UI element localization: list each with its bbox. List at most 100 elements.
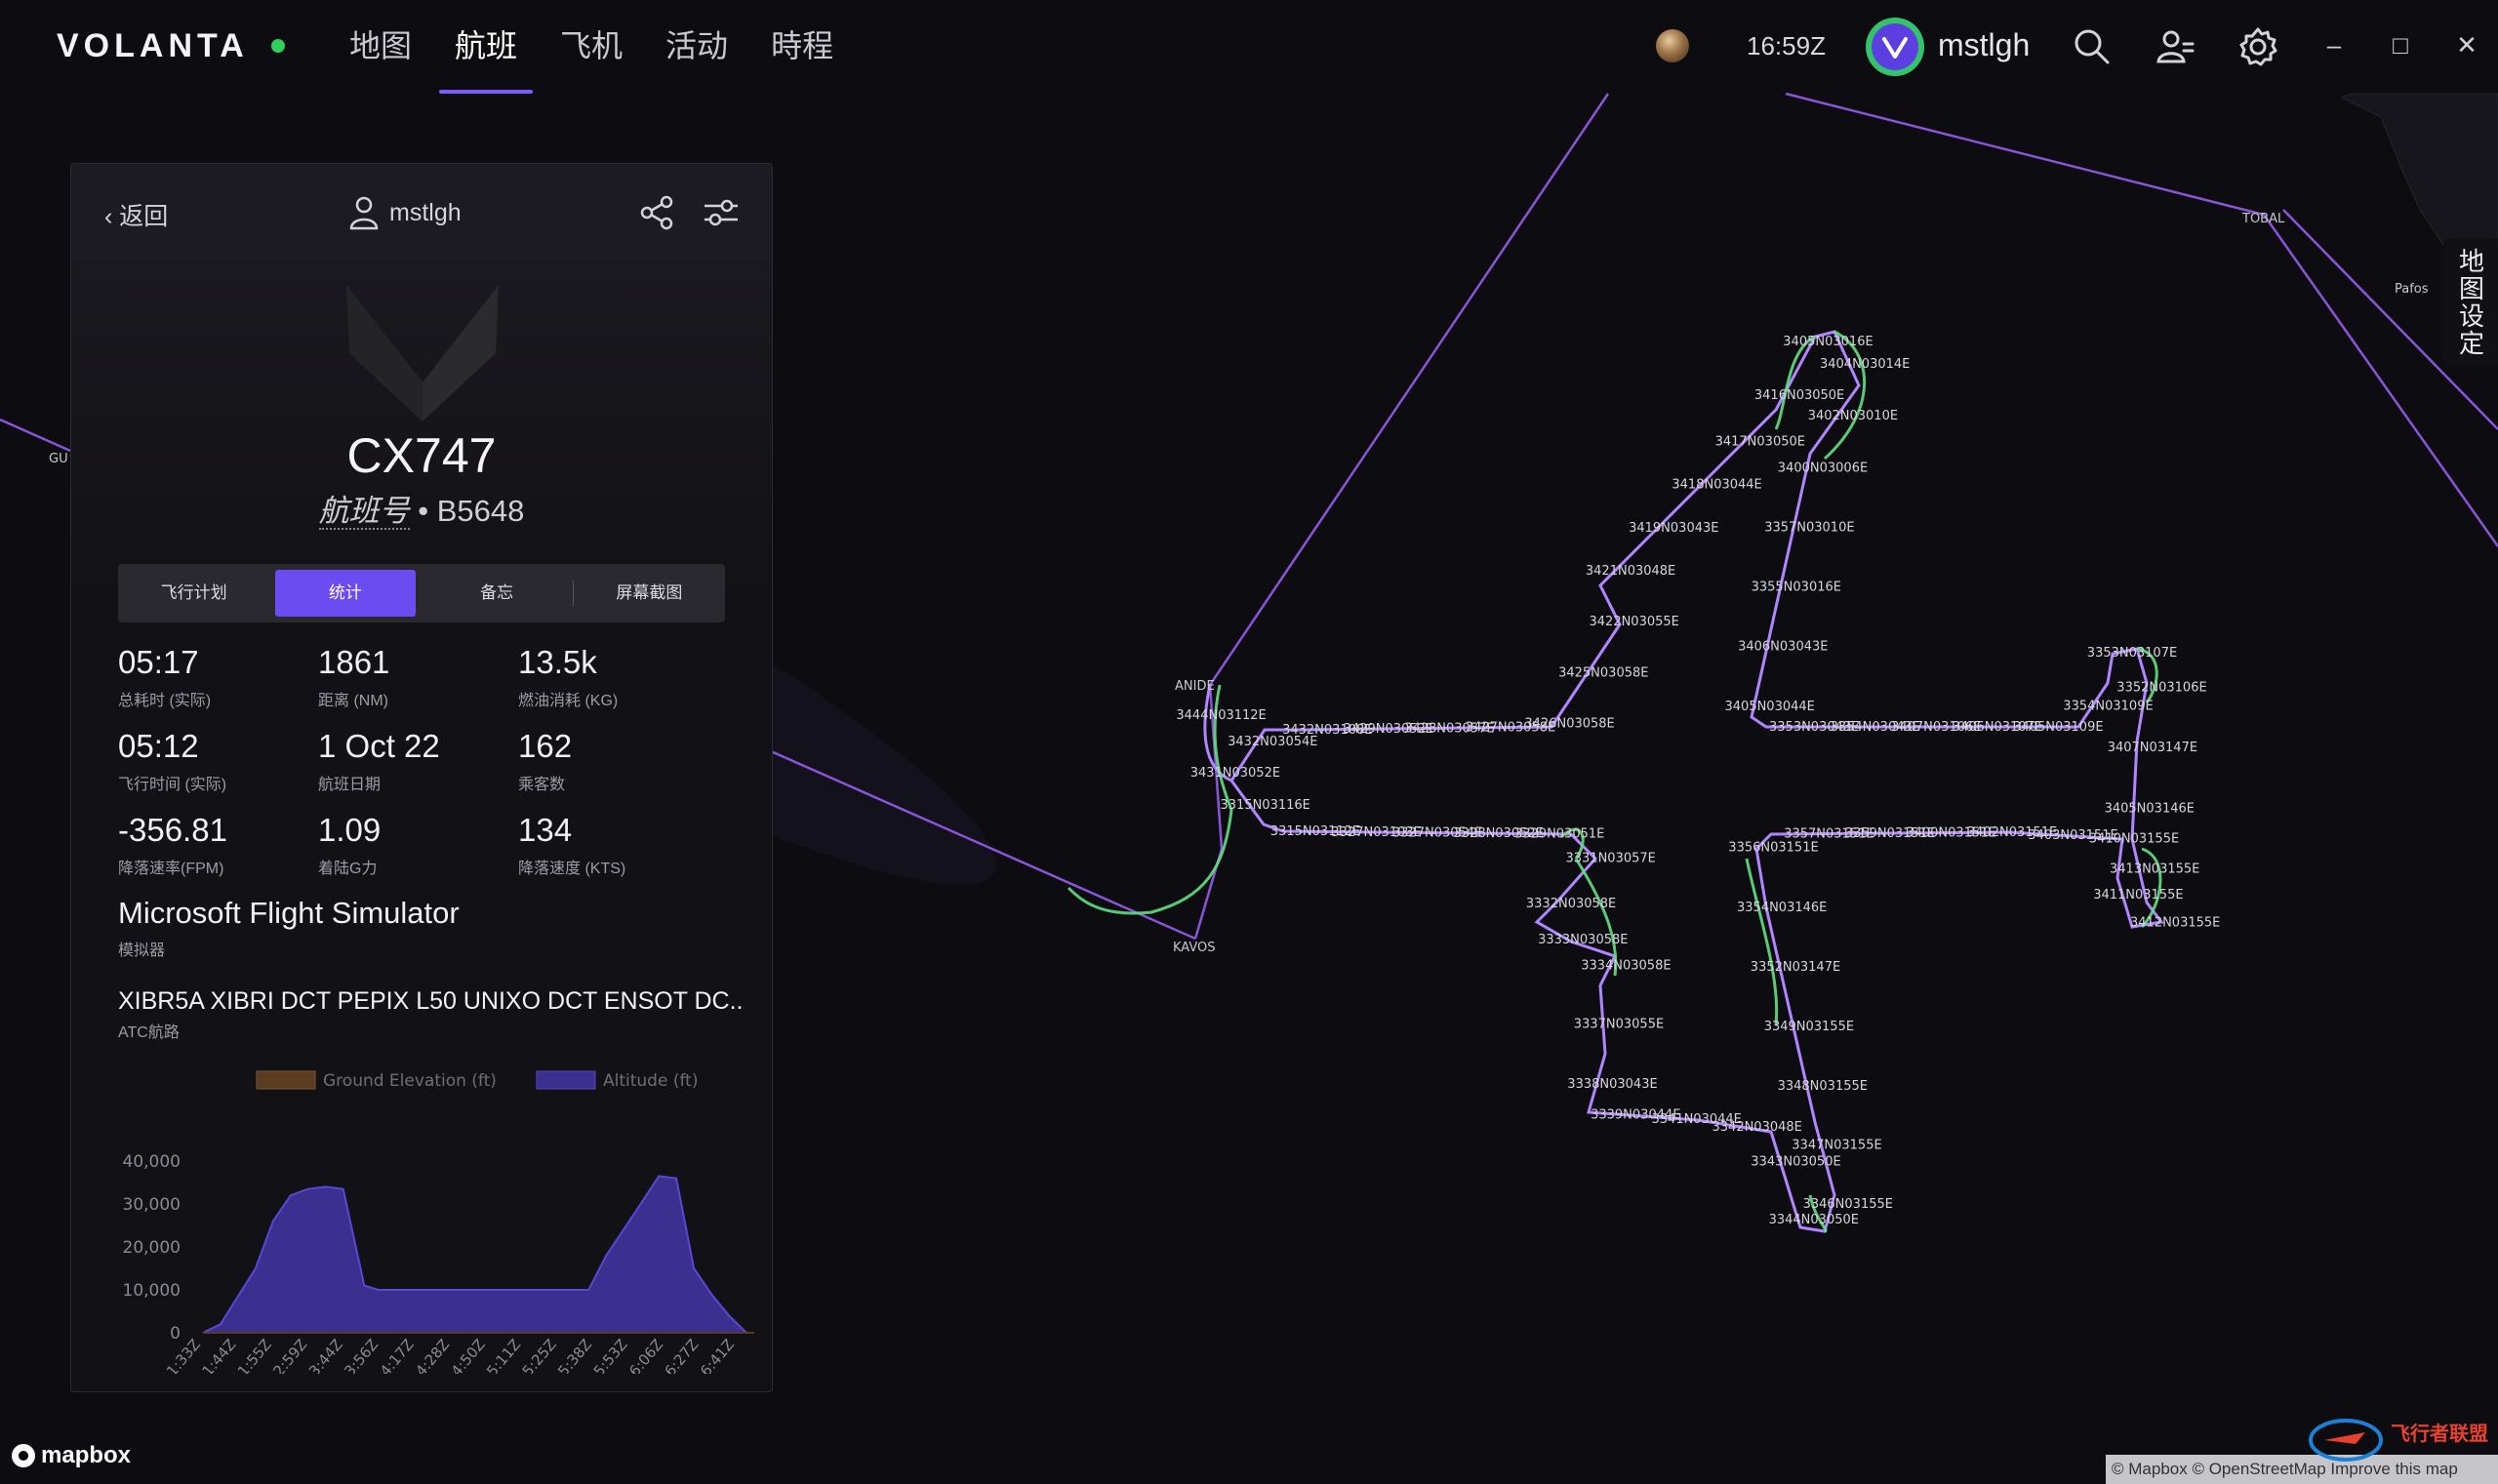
minimize-button[interactable]: – <box>2318 29 2350 60</box>
x-tick-label: 16:41Z <box>691 1336 738 1374</box>
search-icon[interactable] <box>2071 25 2114 68</box>
waypoint-label: 3331N03057E <box>1566 852 1656 866</box>
waypoint-label: 3333N03058E <box>1538 933 1628 947</box>
x-tick-label: 11:44Z <box>192 1336 239 1374</box>
y-tick-label: 40,000 <box>123 1152 181 1172</box>
mapbox-logo[interactable]: mapbox <box>12 1442 131 1469</box>
waypoint-label: 3353N03107E <box>2087 646 2177 661</box>
filter-sliders-icon[interactable] <box>702 193 741 232</box>
map-settings-tab[interactable]: 地图设定 <box>2443 238 2498 367</box>
share-icon[interactable] <box>637 193 676 232</box>
x-tick-label: 14:17Z <box>371 1336 418 1374</box>
friends-icon[interactable] <box>2155 25 2197 68</box>
maximize-button[interactable]: □ <box>2385 29 2416 60</box>
watermark-logo: 飞行者联盟 <box>2309 1419 2488 1462</box>
top-bar: VOLANTA 地图 航班 飞机 活动 時程 16:59Z mstlgh – □… <box>0 0 2498 94</box>
legend-swatch-ground <box>256 1070 316 1090</box>
waypoint-label: 3354N03109E <box>2063 700 2153 714</box>
main-nav: 地图 航班 飞机 活动 時程 <box>328 0 855 94</box>
stat-passengers: 162 乘客数 <box>518 728 573 793</box>
fix-pafos: Pafos <box>2395 282 2429 297</box>
stat-flight-time: 05:12 飞行时间 (实际) <box>118 728 227 793</box>
x-tick-label: 16:27Z <box>655 1336 702 1374</box>
settings-icon[interactable] <box>2236 25 2279 68</box>
waypoint-label: 3418N03044E <box>1672 478 1761 493</box>
close-button[interactable]: ✕ <box>2451 29 2482 60</box>
waypoint-label: 3419N03043E <box>1629 521 1718 536</box>
waypoint-label: 3407N03147E <box>2108 741 2197 755</box>
fix-tobal: TOBAL <box>2241 212 2285 226</box>
panel-header: ‹ 返回 mstlgh <box>71 164 772 261</box>
stat-landing-rate: -356.81 降落速率(FPM) <box>118 812 227 877</box>
y-tick-label: 20,000 <box>123 1238 181 1258</box>
waypoint-label: 3400N03006E <box>1778 461 1868 476</box>
airline-emblem-icon <box>346 285 499 421</box>
stat-flight-date: 1 Oct 22 航班日期 <box>318 728 440 793</box>
waypoint-label: 3315N03116E <box>1221 798 1310 813</box>
user-avatar[interactable] <box>1866 18 1924 76</box>
legend-swatch-altitude <box>536 1070 596 1090</box>
nav-schedule[interactable]: 時程 <box>749 0 855 94</box>
waypoint-label: 3431N03052E <box>1190 766 1280 781</box>
waypoint-label: 3348N03155E <box>1778 1079 1868 1094</box>
simulator-globe-icon[interactable] <box>1656 29 1689 62</box>
x-tick-label: 16:06Z <box>620 1336 666 1374</box>
altitude-profile-chart[interactable]: Ground Elevation (ft) Altitude (ft) 40,0… <box>91 1052 754 1374</box>
waypoint-label: 3352N03147E <box>1751 960 1840 975</box>
waypoint-label: 3339N03044E <box>1591 1107 1680 1122</box>
flight-subline: 航班号 • B5648 <box>71 486 772 530</box>
fix-anide: ANIDE <box>1175 679 1215 694</box>
flight-details-panel: ‹ 返回 mstlgh CX747 航班号 • B5648 飞行计划 统计 备忘… <box>70 163 773 1392</box>
x-tick-label: 15:11Z <box>477 1336 524 1374</box>
stat-distance: 1861 距离 (NM) <box>318 644 390 709</box>
x-tick-label: 15:25Z <box>513 1336 560 1374</box>
waypoint-label: 3411N03155E <box>2093 888 2183 902</box>
nav-activity[interactable]: 活动 <box>644 0 749 94</box>
tab-divider <box>572 581 574 606</box>
stat-landing-g: 1.09 着陆G力 <box>318 812 382 877</box>
fix-gu: GU <box>49 452 68 466</box>
legend-altitude-label: Altitude (ft) <box>603 1071 698 1091</box>
waypoint-label: 3405N03146E <box>2105 802 2195 817</box>
atc-route[interactable]: XIBR5A XIBRI DCT PEPIX L50 UNIXO DCT ENS… <box>118 987 743 1016</box>
tab-stats[interactable]: 统计 <box>275 570 416 617</box>
pilot-name[interactable]: mstlgh <box>348 195 462 230</box>
y-tick-label: 30,000 <box>123 1195 181 1215</box>
waypoint-label: 3426N03058E <box>1524 716 1614 731</box>
tab-notes[interactable]: 备忘 <box>427 570 567 617</box>
waypoint-label: 3404N03014E <box>1820 357 1910 372</box>
flight-number-label[interactable]: 航班号 <box>318 494 410 530</box>
fix-kavos: KAVOS <box>1173 941 1216 955</box>
waypoint-label: 3352N03106E <box>2116 681 2206 696</box>
nav-map[interactable]: 地图 <box>328 0 433 94</box>
flight-number: CX747 <box>346 428 497 483</box>
separator-dot: • <box>418 494 437 528</box>
legend-ground-label: Ground Elevation (ft) <box>323 1071 497 1091</box>
stat-total-time: 05:17 总耗时 (实际) <box>118 644 212 709</box>
x-tick-label: 14:28Z <box>406 1336 453 1374</box>
tab-flight-plan[interactable]: 飞行计划 <box>124 570 263 617</box>
waypoint-label: 3347N03155E <box>1792 1139 1881 1153</box>
topbar-username[interactable]: mstlgh <box>1938 27 2030 63</box>
nav-aircraft[interactable]: 飞机 <box>539 0 644 94</box>
utc-clock: 16:59Z <box>1747 31 1826 60</box>
user-icon <box>349 196 379 230</box>
waypoint-label: 3416N03050E <box>1754 388 1844 403</box>
mapbox-label: mapbox <box>41 1442 132 1468</box>
stat-landing-speed: 134 降落速度 (KTS) <box>518 812 626 877</box>
back-button[interactable]: ‹ 返回 <box>104 197 168 232</box>
tab-screenshots[interactable]: 屏幕截图 <box>580 570 719 617</box>
waypoint-label: 3412N03155E <box>2130 915 2220 930</box>
waypoint-label: 3405N03044E <box>1725 700 1815 714</box>
x-tick-label: 15:53Z <box>584 1336 630 1374</box>
app-logo[interactable]: VOLANTA <box>57 27 249 65</box>
waypoint-label: 3405N03109E <box>2013 720 2103 735</box>
nav-flights[interactable]: 航班 <box>433 0 539 94</box>
x-tick-label: 11:55Z <box>228 1336 275 1374</box>
waypoint-label: 3417N03050E <box>1715 434 1805 449</box>
mapbox-icon <box>12 1444 35 1467</box>
waypoint-label: 3349N03155E <box>1764 1020 1854 1034</box>
x-tick-label: 13:44Z <box>300 1336 346 1374</box>
aircraft-registration: B5648 <box>436 494 525 528</box>
waypoint-label: 3334N03058E <box>1581 959 1671 974</box>
